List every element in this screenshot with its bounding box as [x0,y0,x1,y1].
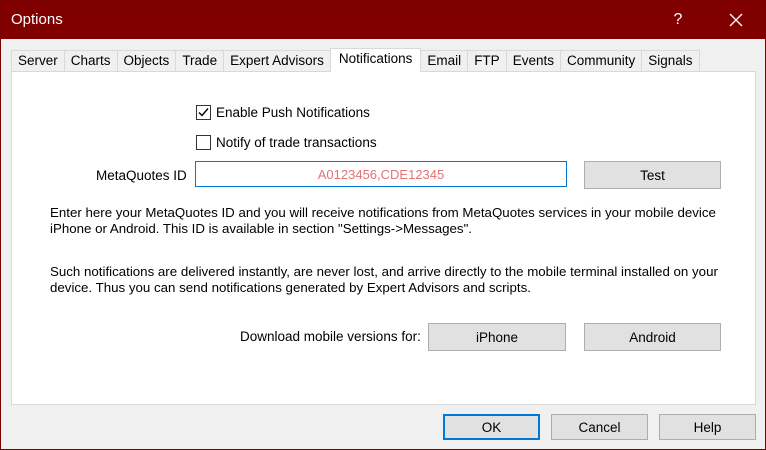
notify-trade-checkbox-row[interactable]: Notify of trade transactions [196,135,377,150]
download-label: Download mobile versions for: [240,329,421,344]
enable-push-label: Enable Push Notifications [216,105,370,120]
metaquotes-id-label: MetaQuotes ID [96,168,187,183]
checkmark-icon [198,108,209,117]
close-button[interactable] [713,1,759,39]
tab-signals[interactable]: Signals [641,50,700,72]
info-text-mqid: Enter here your MetaQuotes ID and you wi… [50,205,716,236]
tab-trade[interactable]: Trade [175,50,224,72]
options-dialog: Options ? Server Charts Objects Trade Ex… [0,0,766,450]
metaquotes-id-input[interactable] [195,161,567,187]
test-button[interactable]: Test [584,161,721,189]
tab-notifications[interactable]: Notifications [329,48,422,72]
tab-server[interactable]: Server [11,50,64,72]
notify-trade-label: Notify of trade transactions [216,135,377,150]
iphone-button[interactable]: iPhone [428,323,566,351]
tab-email[interactable]: Email [421,50,468,72]
tab-objects[interactable]: Objects [116,50,176,72]
cancel-button[interactable]: Cancel [551,414,648,440]
tab-events[interactable]: Events [505,50,560,72]
help-title-button[interactable]: ? [655,1,701,39]
close-icon [729,13,743,27]
tab-strip: Server Charts Objects Trade Expert Advis… [11,48,700,72]
enable-push-checkbox-row[interactable]: Enable Push Notifications [196,105,370,120]
notifications-panel: Enable Push Notifications Notify of trad… [11,71,756,405]
question-icon: ? [673,11,683,28]
tab-ftp[interactable]: FTP [467,50,506,72]
title-bar[interactable]: Options ? [1,1,765,39]
enable-push-checkbox[interactable] [196,105,211,120]
help-button[interactable]: Help [659,414,756,440]
window-title: Options [11,11,63,28]
tab-community[interactable]: Community [559,50,642,72]
tab-charts[interactable]: Charts [63,50,117,72]
ok-button[interactable]: OK [443,414,540,440]
info-text-delivery: Such notifications are delivered instant… [50,264,718,295]
tab-expert-advisors[interactable]: Expert Advisors [223,50,330,72]
android-button[interactable]: Android [584,323,721,351]
notify-trade-checkbox[interactable] [196,135,211,150]
